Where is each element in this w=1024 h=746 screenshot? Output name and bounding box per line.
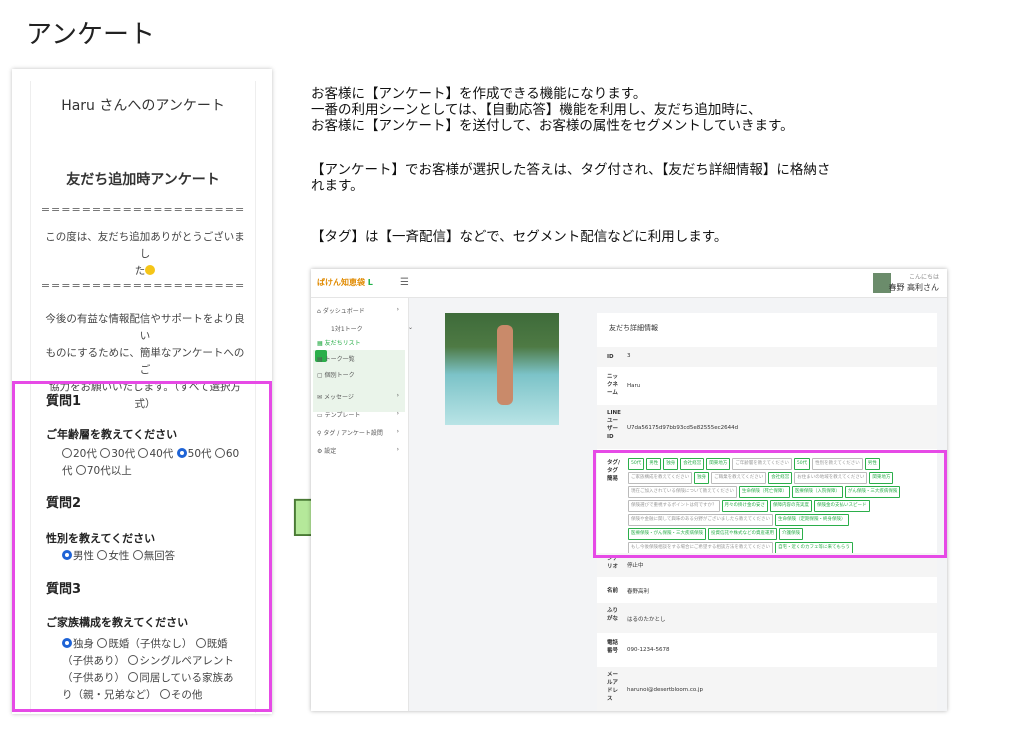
radio-50s[interactable] — [176, 448, 187, 458]
radio-other[interactable] — [159, 689, 170, 699]
sidebar-item-talk-list[interactable]: ▤ トーク一覧 — [317, 354, 403, 363]
radio-married-no-kids[interactable] — [97, 638, 108, 648]
page-title: アンケート — [26, 20, 155, 50]
radio-married-kids[interactable] — [195, 638, 206, 648]
question-3-options: 独身 既婚（子供なし） 既婚（子供あり） シングルペアレント（子供あり） 同居し… — [62, 638, 234, 701]
radio-70s[interactable] — [75, 465, 86, 475]
sidebar-item-message[interactable]: ✉ メッセージ › — [317, 392, 403, 401]
table-row: ふりがな はるのたかとし — [597, 603, 937, 633]
description-paragraph-2: 【アンケート】でお客様が選択した答えは、タグ付され、【友だち詳細情報】に格納さ … — [311, 162, 831, 194]
separator: ==================== — [40, 279, 246, 292]
survey-heading: 友だち追加時アンケート — [66, 172, 220, 188]
user-info[interactable]: こんにちは 春野 高利さん — [888, 273, 939, 293]
sidebar-item-tags[interactable]: ⚲ タグ / アンケート設問 › — [317, 428, 403, 437]
sidebar-item-dashboard[interactable]: ⌂ ダッシュボード › — [317, 306, 403, 315]
question-2-options: 男性 女性 無回答 — [62, 548, 244, 565]
table-row: ID 3 — [597, 347, 937, 367]
table-row: 電話番号 090-1234-5678 — [607, 640, 670, 654]
radio-20s[interactable] — [62, 448, 72, 458]
smile-emoji-icon — [145, 265, 156, 275]
sidebar-item-settings[interactable]: ⚙ 設定 › — [317, 446, 403, 455]
radio-single-parent[interactable] — [128, 655, 139, 665]
profile-photo — [445, 313, 559, 425]
question-3-label: ご家族構成を教えてください — [46, 616, 189, 629]
radio-female[interactable] — [97, 550, 108, 560]
question-1-title: 質問1 — [46, 394, 82, 409]
radio-30s[interactable] — [100, 448, 111, 458]
question-3-title: 質問3 — [46, 582, 82, 597]
thanks-text: この度は、友だち追加ありがとうございまし た — [45, 231, 245, 277]
table-row: ニックネーム Haru — [607, 374, 641, 396]
radio-male[interactable] — [62, 550, 72, 560]
question-2-title: 質問2 — [46, 496, 82, 511]
radio-no-answer[interactable] — [132, 550, 143, 560]
radio-60s[interactable] — [214, 448, 225, 458]
table-row: 名前 春野高利 — [607, 588, 650, 595]
menu-icon[interactable]: ☰ — [400, 277, 409, 288]
table-row: メールアドレス harunoi@desertbloom.co.jp — [597, 667, 937, 711]
radio-family[interactable] — [128, 672, 139, 682]
sidebar-item-template[interactable]: ▭ テンプレート › — [317, 410, 403, 419]
description-paragraph-3: 【タグ】は【一斉配信】などで、セグメント配信などに利用します。 — [311, 229, 728, 245]
app-sidebar: ⌂ ダッシュボード › 1対1トーク ⌄ ▦ 友だちリスト ▤ トーク一覧 ▢ 個別… — [311, 298, 413, 711]
card-title: 友だち詳細情報 — [609, 324, 658, 332]
app-topbar: ぱけん知恵袋 L ☰ こんにちは 春野 高利さん — [311, 269, 947, 298]
app-logo: ぱけん知恵袋 L — [317, 278, 373, 287]
question-2-label: 性別を教えてください — [46, 532, 156, 545]
survey-greeting: Haru さんへのアンケート — [61, 98, 225, 114]
sidebar-item-friends[interactable]: ▦ 友だちリスト — [317, 338, 403, 347]
table-row: LINEユーザーID U7da56175d97bb93cd5e82555ec264… — [597, 405, 937, 449]
sidebar-item-private-talk[interactable]: ▢ 個別トーク — [317, 370, 403, 379]
question-1-label: ご年齢層を教えてください — [46, 428, 178, 441]
radio-40s[interactable] — [138, 448, 149, 458]
radio-single[interactable] — [62, 638, 72, 648]
tags-highlight — [593, 450, 947, 558]
sidebar-item-talk[interactable]: 1対1トーク ⌄ — [331, 324, 417, 333]
separator: ==================== — [40, 203, 246, 216]
question-1-options: 20代 30代 40代 50代 60代 70代以上 — [62, 448, 240, 477]
description-paragraph-1: お客様に【アンケート】を作成できる機能になります。 一番の利用シーンとしては、【… — [311, 86, 794, 134]
